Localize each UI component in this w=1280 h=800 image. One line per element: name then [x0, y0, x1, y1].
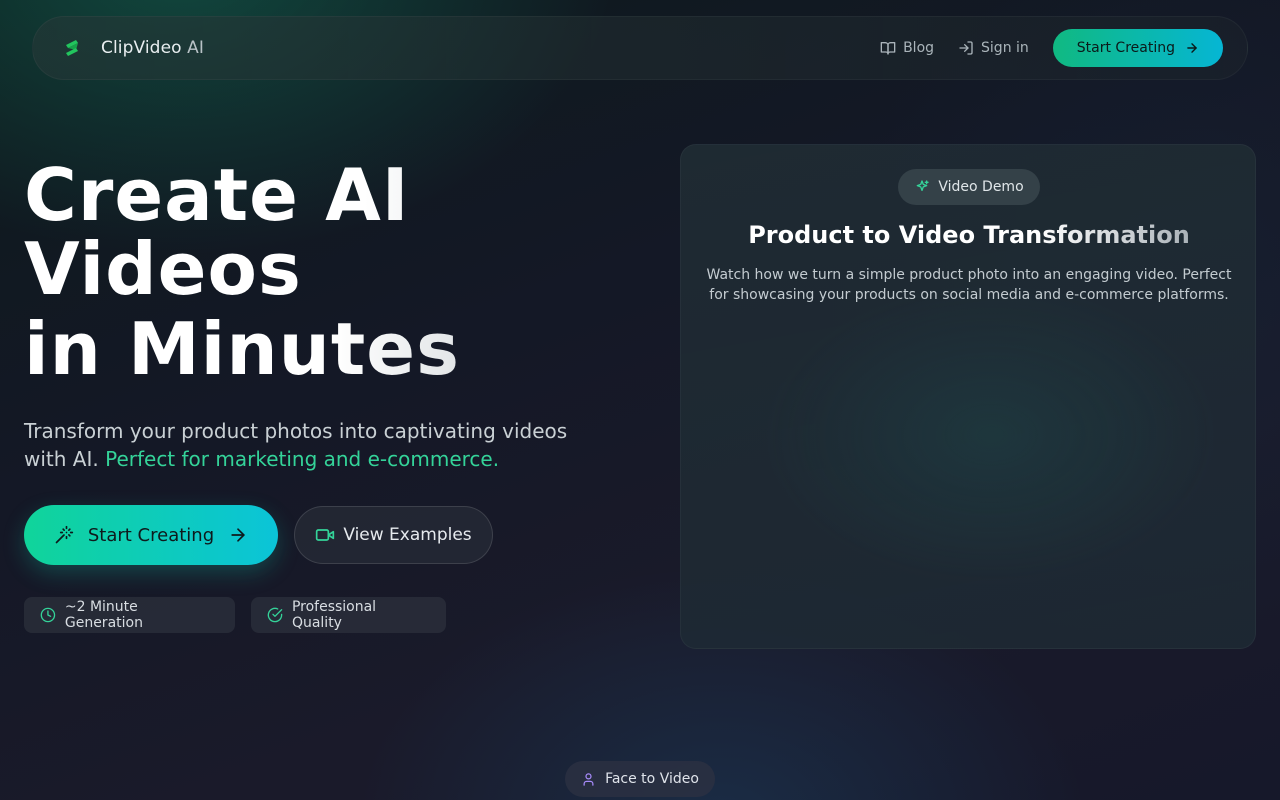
- view-examples-label: View Examples: [343, 525, 472, 545]
- generation-time-label: ~2 Minute Generation: [64, 599, 143, 631]
- hero-subtitle-highlight: Perfect for marketing and e-commerce.: [105, 447, 500, 471]
- log-in-icon: [959, 41, 973, 55]
- hero-subtitle: Transform your product photos into capti…: [24, 417, 604, 473]
- hero-title-line-2: Videos: [24, 232, 644, 306]
- magic-wand-icon: [55, 525, 74, 544]
- top-navbar: ClipVideo AI Blog Sign in Start Creating: [32, 16, 1248, 80]
- check-circle-icon: [267, 607, 283, 623]
- nav-link-sign-in-label: Sign in: [981, 40, 1029, 56]
- nav-link-blog[interactable]: Blog: [880, 40, 934, 56]
- hero-title-line-3: in Minutes: [24, 312, 644, 386]
- nav-start-creating-button[interactable]: Start Creating: [1052, 29, 1223, 67]
- book-open-icon: [880, 42, 896, 55]
- face-to-video-label: Face to Video: [605, 771, 699, 787]
- nav-link-blog-label: Blog: [903, 40, 935, 56]
- generation-time-badge: ~2 Minute Generation: [24, 597, 235, 633]
- nav-cta-label: Start Creating: [1076, 40, 1175, 56]
- face-to-video-pill: Face to Video: [565, 761, 715, 797]
- video-camera-icon: [316, 529, 335, 541]
- view-examples-button[interactable]: View Examples: [294, 506, 493, 564]
- clock-icon: [40, 607, 56, 623]
- brand[interactable]: ClipVideo AI: [61, 37, 204, 59]
- quality-label: Professional Quality: [291, 599, 377, 631]
- sparkles-icon: [917, 180, 930, 191]
- start-creating-button[interactable]: Start Creating: [24, 505, 278, 565]
- hero-title-line-1: Create AI: [24, 158, 644, 232]
- arrow-right-icon: [1187, 43, 1197, 53]
- hero-title: Create AI Videos in Minutes: [24, 158, 644, 386]
- nav-actions: Blog Sign in Start Creating: [880, 29, 1223, 67]
- logo-icon: [66, 40, 78, 56]
- video-demo-label: Video Demo: [938, 179, 1024, 195]
- video-demo-card: Video Demo Product to Video Transformati…: [680, 144, 1256, 649]
- brand-name: ClipVideo AI: [101, 38, 204, 58]
- user-icon: [583, 772, 594, 786]
- demo-description: Watch how we turn a simple product photo…: [706, 267, 1232, 303]
- quality-badge: Professional Quality: [251, 597, 446, 633]
- start-creating-label: Start Creating: [87, 524, 215, 546]
- nav-link-sign-in[interactable]: Sign in: [958, 40, 1029, 56]
- arrow-right-icon: [231, 528, 245, 542]
- demo-title: Product to Video Transformation: [748, 221, 1190, 249]
- video-demo-pill: Video Demo: [898, 169, 1040, 205]
